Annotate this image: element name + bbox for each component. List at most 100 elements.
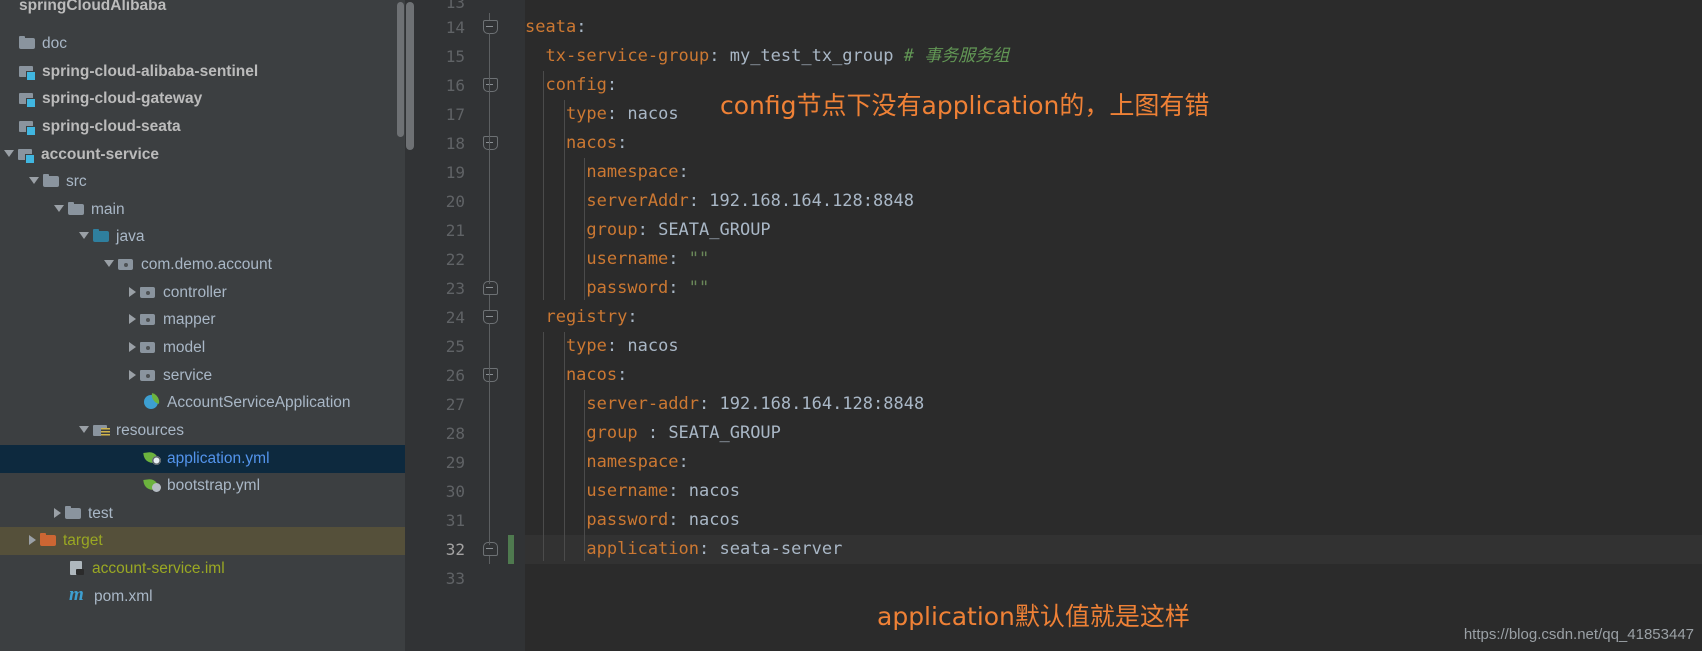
code-line[interactable]: namespace:: [525, 158, 1702, 187]
tree-item-controller[interactable]: controller: [0, 279, 405, 307]
code-line[interactable]: type: nacos: [525, 332, 1702, 361]
tree-item-resources[interactable]: resources: [0, 417, 405, 445]
tree-item-springcloudalibaba[interactable]: springCloudAlibaba: [0, 0, 405, 20]
code-line[interactable]: namespace:: [525, 448, 1702, 477]
tree-item-label: doc: [42, 35, 67, 53]
indent-guide: [543, 332, 545, 561]
fold-box[interactable]: [483, 368, 498, 382]
tree-item-com-demo-account[interactable]: com.demo.account: [0, 251, 405, 279]
code-line[interactable]: [525, 564, 1702, 593]
pkg-icon: [140, 368, 157, 382]
code-token: 192.168.164.128:8848: [709, 191, 914, 211]
code-line[interactable]: registry:: [525, 303, 1702, 332]
tree-item-label: account-service.iml: [92, 560, 225, 578]
code-token: # 事务服务组: [903, 46, 1010, 66]
code-token: seata-server: [719, 539, 843, 559]
folder-icon: [68, 201, 85, 216]
fold-box[interactable]: [483, 20, 498, 34]
code-line[interactable]: username: "": [525, 245, 1702, 274]
chevron-right-icon[interactable]: [54, 507, 61, 518]
project-tree-scrollbar[interactable]: [396, 0, 405, 651]
fold-box[interactable]: [483, 542, 498, 556]
code-line[interactable]: password: nacos: [525, 506, 1702, 535]
chevron-down-icon[interactable]: [79, 426, 89, 434]
tree-item-target[interactable]: target: [0, 527, 405, 555]
pkg-icon: [118, 257, 135, 271]
fold-box[interactable]: [483, 136, 498, 150]
tree-item-src[interactable]: src: [0, 168, 405, 196]
code-line[interactable]: nacos:: [525, 129, 1702, 158]
indent-guide: [584, 390, 586, 561]
fold-box[interactable]: [483, 78, 498, 92]
tree-item-mapper[interactable]: mapper: [0, 306, 405, 334]
tree-item-spring-cloud-seata[interactable]: spring-cloud-seata: [0, 113, 405, 141]
tree-item-java[interactable]: java: [0, 223, 405, 251]
code-line[interactable]: server-addr: 192.168.164.128:8848: [525, 390, 1702, 419]
line-number: 15: [445, 47, 465, 66]
code-line[interactable]: seata:: [525, 13, 1702, 42]
module-icon: [19, 91, 36, 108]
fold-collapse-icon[interactable]: [481, 303, 499, 332]
tree-item-account-service-iml[interactable]: account-service.iml: [0, 555, 405, 583]
fold-end-icon[interactable]: [481, 535, 499, 564]
code-token: type: [525, 336, 607, 356]
fold-collapse-icon[interactable]: [481, 129, 499, 158]
code-token: namespace: [525, 452, 679, 472]
code-token: nacos: [688, 510, 740, 530]
chevron-right-icon[interactable]: [129, 369, 136, 380]
code-line[interactable]: application: seata-server: [525, 535, 1702, 564]
tree-item-accountserviceapplication[interactable]: AccountServiceApplication: [0, 389, 405, 417]
code-token: :: [576, 17, 587, 37]
fold-end-icon[interactable]: [481, 274, 499, 303]
code-line[interactable]: username: nacos: [525, 477, 1702, 506]
fold-collapse-icon[interactable]: [481, 13, 499, 42]
code-token: "": [688, 278, 710, 298]
tree-item-doc[interactable]: doc: [0, 30, 405, 58]
tree-item-spring-cloud-gateway[interactable]: spring-cloud-gateway: [0, 85, 405, 113]
fold-box[interactable]: [483, 281, 498, 295]
chevron-down-icon[interactable]: [29, 177, 39, 185]
chevron-down-icon[interactable]: [79, 232, 89, 240]
code-line[interactable]: serverAddr: 192.168.164.128:8848: [525, 187, 1702, 216]
code-line[interactable]: group : SEATA_GROUP: [525, 419, 1702, 448]
chevron-right-icon[interactable]: [29, 534, 36, 545]
chevron-down-icon[interactable]: [4, 150, 14, 158]
scrollbar-thumb[interactable]: [397, 2, 404, 137]
editor-scrollbar-thumb[interactable]: [406, 2, 414, 150]
tree-item-model[interactable]: model: [0, 334, 405, 362]
code-token: username: [525, 249, 669, 269]
code-token: username: [525, 481, 669, 501]
line-number: 33: [445, 569, 465, 588]
editor-gutter[interactable]: 13 14 15 16 17 18 19 20 21 22 23 24 25 26 27 28 29 30 31 32…: [405, 0, 525, 651]
fold-collapse-icon[interactable]: [481, 71, 499, 100]
code-line[interactable]: tx-service-group: my_test_tx_group # 事务服…: [525, 42, 1702, 71]
line-number: 26: [445, 366, 465, 385]
tree-item-bootstrap-yml[interactable]: bootstrap.yml: [0, 472, 405, 500]
tree-item-main[interactable]: main: [0, 196, 405, 224]
project-tree-panel[interactable]: springCloudAlibaba doc spring-cloud-alibab…: [0, 0, 405, 651]
code-line[interactable]: group: SEATA_GROUP: [525, 216, 1702, 245]
code-token: :: [617, 365, 628, 385]
tree-item-account-service[interactable]: account-service: [0, 141, 405, 169]
editor-scrollbar[interactable]: [405, 0, 415, 651]
tree-item-label: application.yml: [167, 450, 270, 468]
chevron-down-icon[interactable]: [54, 205, 64, 213]
code-line[interactable]: password: "": [525, 274, 1702, 303]
chevron-right-icon[interactable]: [129, 313, 136, 324]
yml-icon: [144, 451, 161, 465]
tree-item-service[interactable]: service: [0, 362, 405, 390]
code-line[interactable]: nacos:: [525, 361, 1702, 390]
line-number: 19: [445, 163, 465, 182]
chevron-right-icon[interactable]: [129, 341, 136, 352]
chevron-right-icon[interactable]: [129, 286, 136, 297]
line-change-marker[interactable]: [508, 535, 514, 564]
chevron-down-icon[interactable]: [104, 260, 114, 268]
fold-box[interactable]: [483, 310, 498, 324]
fold-collapse-icon[interactable]: [481, 361, 499, 390]
tree-item-pom-xml[interactable]: pom.xml: [0, 583, 405, 611]
tree-item-test[interactable]: test: [0, 500, 405, 528]
tree-item-application-yml[interactable]: application.yml: [0, 445, 405, 473]
code-token: tx-service-group: [525, 46, 710, 66]
tree-item-spring-cloud-alibaba-sentinel[interactable]: spring-cloud-alibaba-sentinel: [0, 58, 405, 86]
